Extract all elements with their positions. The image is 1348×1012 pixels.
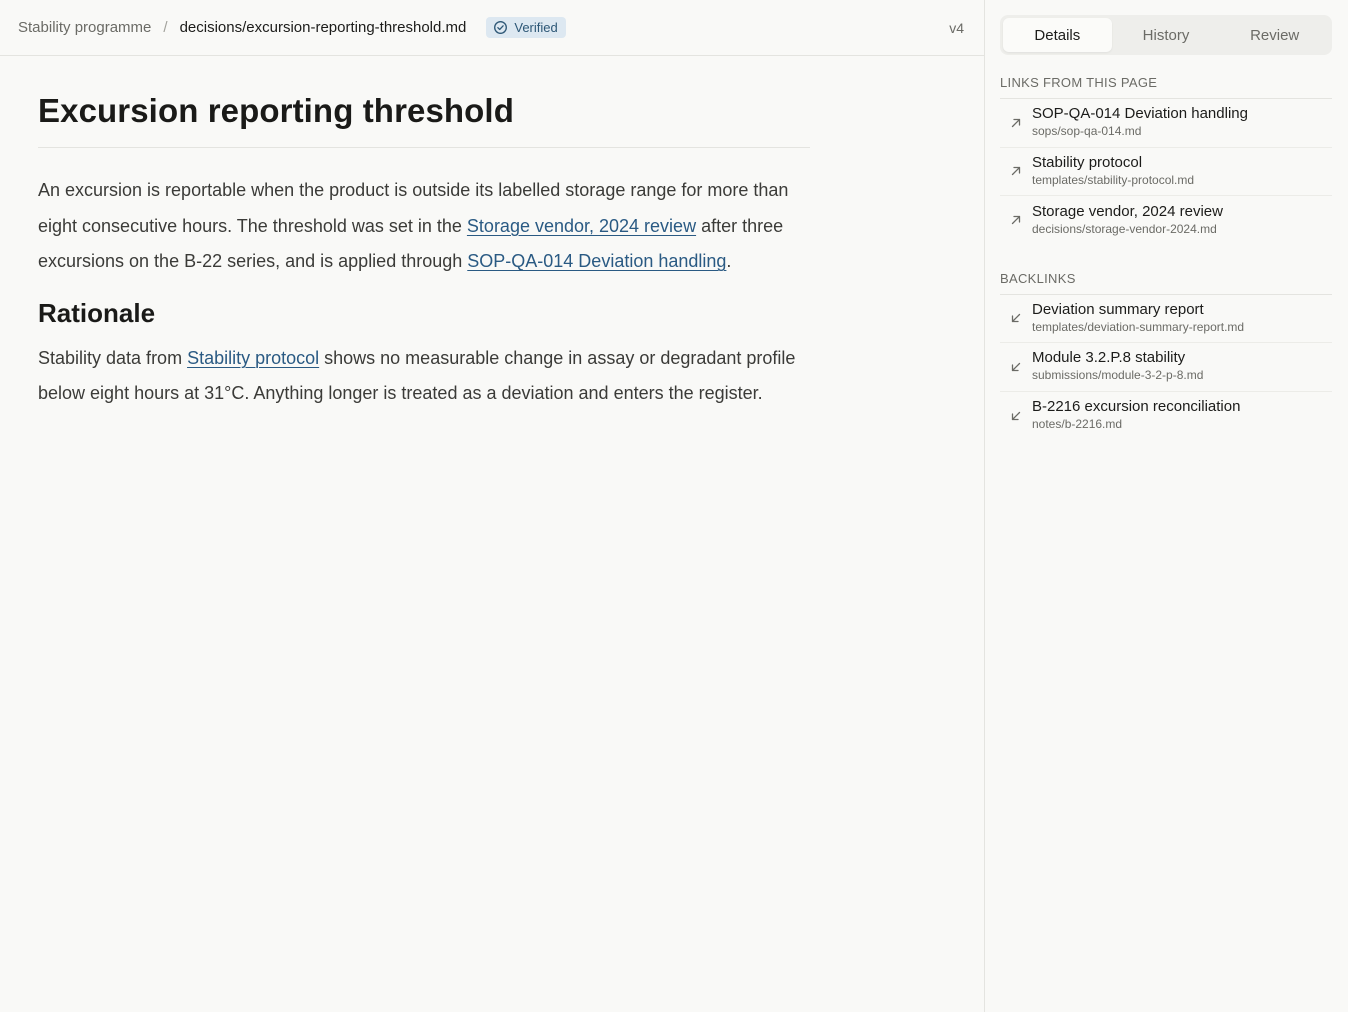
links-section-title: LINKS FROM THIS PAGE <box>1000 75 1332 99</box>
badge-label: Verified <box>514 20 558 35</box>
paragraph-intro: An excursion is reportable when the prod… <box>38 173 810 280</box>
link-path: sops/sop-qa-014.md <box>1032 124 1142 139</box>
text-run: Stability data from <box>38 347 188 368</box>
link-storage-vendor-review[interactable]: Storage vendor, 2024 review <box>467 216 696 236</box>
paragraph-rationale: Stability data from Stability protocol s… <box>38 341 810 412</box>
backlink-item[interactable]: Deviation summary report templates/deviat… <box>1000 295 1332 343</box>
details-sidebar: Details History Review LINKS FROM THIS P… <box>986 0 1348 1012</box>
tab-details[interactable]: Details <box>1003 18 1112 52</box>
top-bar: Stability programme / decisions/excursio… <box>0 0 984 56</box>
link-path: decisions/storage-vendor-2024.md <box>1032 221 1217 236</box>
arrow-down-left-icon <box>1000 410 1032 422</box>
link-path: templates/stability-protocol.md <box>1032 172 1195 187</box>
arrow-up-right-icon <box>1000 117 1032 129</box>
link-title: Storage vendor, 2024 review <box>1032 202 1223 220</box>
text-run: . <box>726 251 732 271</box>
link-stability-protocol[interactable]: Stability protocol <box>187 348 319 368</box>
document-pane: Stability programme / decisions/excursio… <box>0 0 985 1012</box>
version-label[interactable]: v4 <box>949 20 964 36</box>
arrow-down-left-icon <box>1000 361 1032 373</box>
backlink-title: B-2216 excursion reconciliation <box>1032 398 1241 416</box>
link-title: SOP-QA-014 Deviation handling <box>1032 105 1248 123</box>
page-title: Excursion reporting threshold <box>38 92 810 148</box>
document-body: Excursion reporting threshold An excursi… <box>0 56 848 412</box>
outgoing-links-list: SOP-QA-014 Deviation handling sops/sop-qa… <box>1000 99 1332 245</box>
arrow-down-left-icon <box>1000 312 1032 324</box>
breadcrumb-separator: / <box>163 19 168 36</box>
arrow-up-right-icon <box>1000 165 1032 177</box>
breadcrumb-file: decisions/excursion-reporting-threshold.… <box>179 19 467 36</box>
arrow-up-right-icon <box>1000 214 1032 226</box>
backlink-title: Deviation summary report <box>1032 300 1204 318</box>
outgoing-link-item[interactable]: SOP-QA-014 Deviation handling sops/sop-qa… <box>1000 99 1332 148</box>
backlinks-list: Deviation summary report templates/deviat… <box>1000 295 1332 441</box>
breadcrumb-root[interactable]: Stability programme <box>18 19 151 36</box>
sidebar-tabs: Details History Review <box>1000 15 1332 55</box>
outgoing-link-item[interactable]: Storage vendor, 2024 review decisions/sto… <box>1000 196 1332 245</box>
backlink-path: templates/deviation-summary-report.md <box>1032 319 1245 334</box>
backlink-path: notes/b-2216.md <box>1032 417 1123 432</box>
backlink-path: submissions/module-3-2-p-8.md <box>1032 368 1204 383</box>
backlink-item[interactable]: B-2216 excursion reconciliation notes/b-2… <box>1000 392 1332 441</box>
backlinks-section-title: BACKLINKS <box>1000 271 1332 295</box>
tab-review[interactable]: Review <box>1220 18 1329 52</box>
outgoing-link-item[interactable]: Stability protocol templates/stability-pr… <box>1000 148 1332 196</box>
link-sop-qa-014[interactable]: SOP-QA-014 Deviation handling <box>467 251 726 271</box>
check-circle-icon <box>494 21 508 34</box>
backlink-title: Module 3.2.P.8 stability <box>1032 349 1186 367</box>
heading-rationale: Rationale <box>38 297 156 328</box>
tab-history[interactable]: History <box>1112 18 1221 52</box>
link-title: Stability protocol <box>1032 153 1143 171</box>
backlink-item[interactable]: Module 3.2.P.8 stability submissions/modu… <box>1000 343 1332 392</box>
verified-badge: Verified <box>486 17 566 38</box>
